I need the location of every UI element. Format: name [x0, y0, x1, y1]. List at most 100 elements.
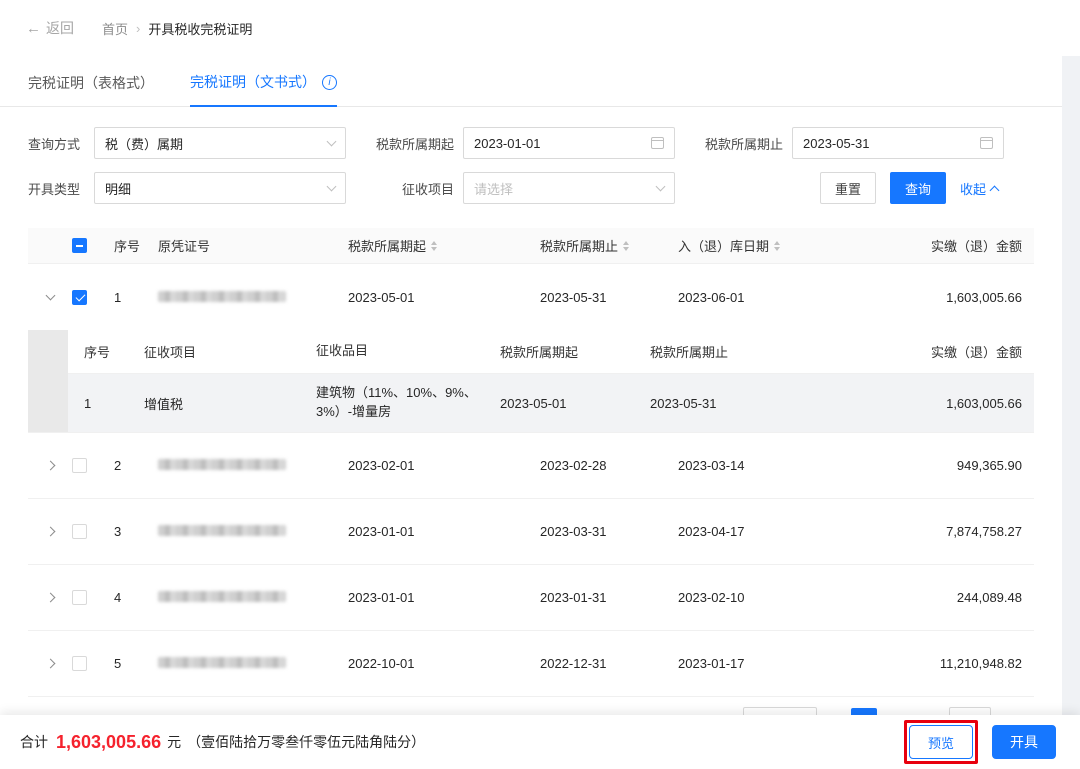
- detail-no: 1: [68, 396, 136, 411]
- table-row[interactable]: 4 2023-01-01 2023-01-31 2023-02-10 244,0…: [28, 565, 1034, 631]
- collection-item-placeholder: 请选择: [474, 179, 513, 198]
- row-no: 4: [106, 590, 150, 605]
- row-checkbox[interactable]: [72, 590, 87, 605]
- row-period-end: 2022-12-31: [532, 656, 670, 671]
- period-end-datepicker[interactable]: 2023-05-31: [792, 127, 1004, 159]
- table-row[interactable]: 3 2023-01-01 2023-03-31 2023-04-17 7,874…: [28, 499, 1034, 565]
- collapse-label: 收起: [960, 179, 986, 198]
- header-period-end[interactable]: 税款所属期止: [532, 236, 670, 255]
- row-amount: 1,603,005.66: [870, 290, 1034, 305]
- filter-buttons: 重置 查询 收起: [820, 172, 1034, 204]
- detail-row: 1 增值税 建筑物（11%、10%、9%、3%）-增量房 2023-05-01 …: [68, 374, 1034, 432]
- row-checkbox[interactable]: [72, 290, 87, 305]
- detail-header-period-start: 税款所属期起: [492, 342, 642, 361]
- header-storage-date[interactable]: 入（退）库日期: [670, 236, 870, 255]
- annotation-highlight-box: 预览: [904, 720, 978, 764]
- total-amount: 1,603,005.66: [56, 732, 161, 753]
- detail-header-item: 征收项目: [136, 342, 316, 361]
- row-amount: 949,365.90: [870, 458, 1034, 473]
- row-period-start: 2023-02-01: [340, 458, 532, 473]
- header-amount: 实缴（退）金额: [870, 236, 1034, 255]
- table-row[interactable]: 5 2022-10-01 2022-12-31 2023-01-17 11,21…: [28, 631, 1034, 697]
- expand-chevron-icon[interactable]: [45, 593, 55, 603]
- period-start-datepicker[interactable]: 2023-01-01: [463, 127, 675, 159]
- chevron-down-icon: [327, 182, 337, 192]
- query-button[interactable]: 查询: [890, 172, 946, 204]
- row-storage-date: 2023-02-10: [670, 590, 870, 605]
- collapse-chevron-icon[interactable]: [45, 291, 55, 301]
- back-arrow-icon: ←: [26, 20, 41, 37]
- table-header-row: 序号 原凭证号 税款所属期起 税款所属期止 入（退）库日期 实缴（退）金额: [28, 228, 1034, 264]
- header-period-start[interactable]: 税款所属期起: [340, 236, 532, 255]
- reset-button[interactable]: 重置: [820, 172, 876, 204]
- screen: ← 返回 首页 › 开具税收完税证明 完税证明（表格式） 完税证明（文书式） i…: [0, 0, 1080, 769]
- back-button[interactable]: ← 返回: [26, 18, 74, 38]
- expand-chevron-icon[interactable]: [45, 461, 55, 471]
- sort-icon[interactable]: [774, 241, 780, 251]
- total-label: 合计: [20, 732, 48, 752]
- detail-header-period-end: 税款所属期止: [642, 342, 842, 361]
- calendar-icon: [980, 137, 993, 149]
- row-period-end: 2023-02-28: [532, 458, 670, 473]
- detail-header-no: 序号: [68, 342, 136, 361]
- sort-icon[interactable]: [431, 241, 437, 251]
- issue-type-select[interactable]: 明细: [94, 172, 346, 204]
- table-row[interactable]: 1 2023-05-01 2023-05-31 2023-06-01 1,603…: [28, 264, 1034, 330]
- detail-header-row: 序号 征收项目 征收品目 税款所属期起 税款所属期止 实缴（退）金额: [68, 330, 1034, 374]
- filter-row-2: 开具类型 明细 征收项目 请选择 重置 查询 收起: [28, 172, 1034, 204]
- detail-item: 增值税: [136, 394, 316, 413]
- chevron-down-icon: [656, 182, 666, 192]
- results-table: 序号 原凭证号 税款所属期起 税款所属期止 入（退）库日期 实缴（退）金额: [28, 228, 1034, 697]
- chevron-up-icon: [990, 185, 1000, 195]
- back-label: 返回: [46, 18, 74, 38]
- collection-item-select[interactable]: 请选择: [463, 172, 675, 204]
- voucher-number-redacted: [158, 657, 286, 668]
- tab-certificate-table-format[interactable]: 完税证明（表格式）: [28, 72, 154, 106]
- bottom-buttons: 预览 开具: [904, 720, 1060, 764]
- info-icon[interactable]: i: [322, 75, 337, 90]
- sort-icon[interactable]: [623, 241, 629, 251]
- row-period-end: 2023-05-31: [532, 290, 670, 305]
- table-row[interactable]: 2 2023-02-01 2023-02-28 2023-03-14 949,3…: [28, 433, 1034, 499]
- expand-chevron-icon[interactable]: [45, 527, 55, 537]
- header-label: 税款所属期止: [540, 236, 618, 255]
- row-amount: 7,874,758.27: [870, 524, 1034, 539]
- breadcrumb: 首页 › 开具税收完税证明: [102, 19, 252, 38]
- row-checkbox[interactable]: [72, 524, 87, 539]
- detail-subitem: 建筑物（11%、10%、9%、3%）-增量房: [316, 384, 492, 422]
- select-all-checkbox[interactable]: [72, 238, 87, 253]
- row-period-start: 2023-01-01: [340, 524, 532, 539]
- tab-certificate-document-format[interactable]: 完税证明（文书式） i: [190, 72, 337, 107]
- row-amount: 11,210,948.82: [870, 656, 1034, 671]
- row-storage-date: 2023-06-01: [670, 290, 870, 305]
- filter-row-1: 查询方式 税（费）属期 税款所属期起 2023-01-01 税款所属期止 202…: [28, 127, 1034, 159]
- row-period-end: 2023-01-31: [532, 590, 670, 605]
- expand-chevron-icon[interactable]: [45, 659, 55, 669]
- tab-bar: 完税证明（表格式） 完税证明（文书式） i: [0, 56, 1062, 107]
- breadcrumb-separator-icon: ›: [136, 21, 140, 36]
- row-no: 2: [106, 458, 150, 473]
- filter-panel: 查询方式 税（费）属期 税款所属期起 2023-01-01 税款所属期止 202…: [0, 107, 1062, 204]
- collapse-link[interactable]: 收起: [960, 179, 998, 198]
- row-no: 1: [106, 290, 150, 305]
- breadcrumb-home[interactable]: 首页: [102, 19, 128, 38]
- row-checkbox[interactable]: [72, 458, 87, 473]
- row-checkbox[interactable]: [72, 656, 87, 671]
- voucher-number-redacted: [158, 525, 286, 536]
- query-method-value: 税（费）属期: [105, 134, 183, 153]
- total-amount-chinese: （壹佰陆拾万零叁仟零伍元陆角陆分）: [187, 732, 425, 752]
- detail-table: 序号 征收项目 征收品目 税款所属期起 税款所属期止 实缴（退）金额 1 增值税…: [68, 330, 1034, 432]
- row-no: 3: [106, 524, 150, 539]
- query-method-select[interactable]: 税（费）属期: [94, 127, 346, 159]
- issue-type-label: 开具类型: [28, 179, 94, 198]
- period-start-label: 税款所属期起: [346, 134, 463, 153]
- total-unit: 元: [167, 732, 181, 752]
- preview-button[interactable]: 预览: [909, 725, 973, 759]
- issue-button[interactable]: 开具: [992, 725, 1056, 759]
- detail-header-amount: 实缴（退）金额: [842, 342, 1034, 361]
- period-start-value: 2023-01-01: [474, 136, 541, 151]
- header-no: 序号: [106, 236, 150, 255]
- row-storage-date: 2023-04-17: [670, 524, 870, 539]
- row-period-start: 2023-05-01: [340, 290, 532, 305]
- calendar-icon: [651, 137, 664, 149]
